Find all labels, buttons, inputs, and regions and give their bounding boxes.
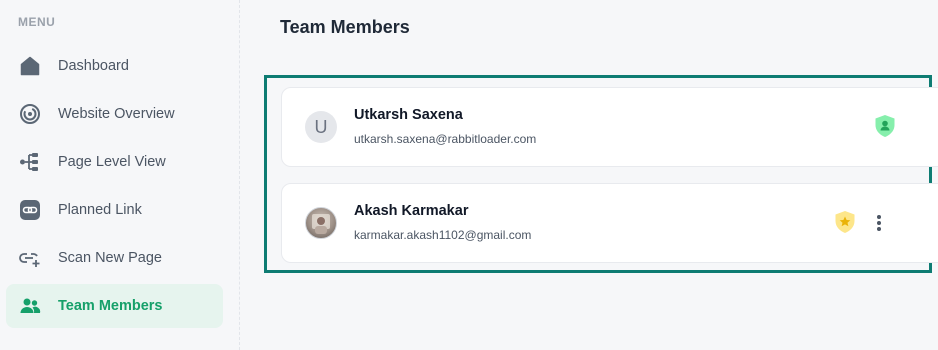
sidebar-item-label: Scan New Page xyxy=(58,250,162,266)
sidebar-item-label: Planned Link xyxy=(58,202,142,218)
team-members-panel: U Utkarsh Saxena utkarsh.saxena@rabbitlo… xyxy=(264,75,938,273)
user-shield-icon xyxy=(873,113,897,139)
avatar xyxy=(305,207,337,239)
sidebar-item-label: Team Members xyxy=(58,298,163,314)
link-icon xyxy=(18,198,42,222)
more-options-icon[interactable] xyxy=(868,210,890,236)
overview-ring-icon xyxy=(18,102,42,126)
page-title: Team Members xyxy=(280,17,410,37)
member-card: U Utkarsh Saxena utkarsh.saxena@rabbitlo… xyxy=(281,87,938,167)
users-icon xyxy=(18,294,42,318)
sidebar-item-label: Website Overview xyxy=(58,106,175,122)
sidebar-item-scan-new-page[interactable]: Scan New Page xyxy=(6,236,223,280)
member-name: Utkarsh Saxena xyxy=(354,107,463,123)
sidebar: MENU Dashboard Website Overview Page Lev… xyxy=(0,0,240,350)
sidebar-item-label: Dashboard xyxy=(58,58,129,74)
menu-label: MENU xyxy=(18,15,56,29)
avatar: U xyxy=(305,111,337,143)
add-link-icon xyxy=(18,246,42,270)
home-icon xyxy=(18,54,42,78)
hierarchy-icon xyxy=(18,150,42,174)
sidebar-item-website-overview[interactable]: Website Overview xyxy=(6,92,223,136)
sidebar-item-dashboard[interactable]: Dashboard xyxy=(6,44,223,88)
sidebar-item-planned-link[interactable]: Planned Link xyxy=(6,188,223,232)
sidebar-item-team-members[interactable]: Team Members xyxy=(6,284,223,328)
sidebar-item-page-level-view[interactable]: Page Level View xyxy=(6,140,223,184)
sidebar-item-label: Page Level View xyxy=(58,154,166,170)
member-email: utkarsh.saxena@rabbitloader.com xyxy=(354,132,537,146)
star-shield-icon xyxy=(833,209,857,235)
member-card: Akash Karmakar karmakar.akash1102@gmail.… xyxy=(281,183,938,263)
member-name: Akash Karmakar xyxy=(354,203,469,219)
member-email: karmakar.akash1102@gmail.com xyxy=(354,228,532,242)
